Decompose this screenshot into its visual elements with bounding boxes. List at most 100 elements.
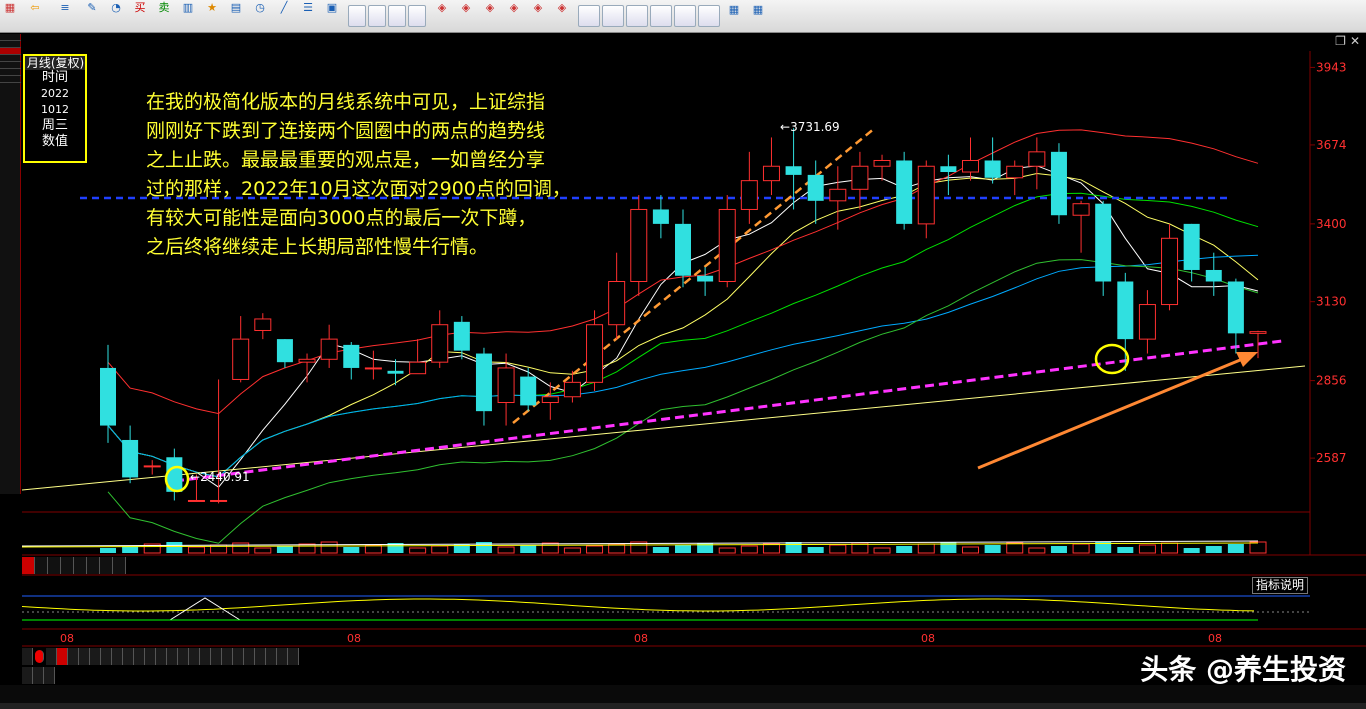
volume-tab-6[interactable] [100,557,113,574]
indicator-help-button[interactable]: 指标说明 [1252,577,1309,594]
volume-tab-0[interactable] [22,557,35,574]
right-tab-3[interactable] [650,5,672,27]
toolbar-item-mid-3[interactable]: ◈ [502,0,526,33]
chart-tool-1[interactable] [1264,34,1272,51]
tab-1[interactable] [368,5,386,27]
toolbar-item-speed[interactable]: ◔ [104,0,128,33]
indicator-tab-9[interactable] [123,648,134,665]
chart-tool-6[interactable] [1304,34,1312,51]
toolbar-item-mid-0[interactable]: ◈ [430,0,454,33]
toolbar-item-mid-1[interactable]: ◈ [454,0,478,33]
indicator-tab-24[interactable] [288,648,299,665]
watermark: 头条 @养生投资 [1140,653,1346,686]
tab-0[interactable] [348,5,366,27]
right-tab-4[interactable] [674,5,696,27]
service-tab-1[interactable] [33,667,44,684]
indicator-tab-17[interactable] [211,648,222,665]
chart-tool-4[interactable] [1288,34,1296,51]
toolbar-item-home[interactable]: ▦ [0,0,20,33]
indicator-tab-18[interactable] [222,648,233,665]
indicator-tab-2[interactable] [46,648,57,665]
left-nav-strip [0,34,21,494]
right-tab-2[interactable] [626,5,648,27]
service-tab-2[interactable] [44,667,55,684]
indicator-tab-1[interactable] [35,650,44,663]
service-tab-0[interactable] [22,667,33,684]
toolbar-item-mid-5[interactable]: ◈ [550,0,574,33]
toolbar-item-list[interactable]: ≡ [50,0,80,33]
toolbar-right-7[interactable]: ▦ [746,2,770,35]
volume-tab-4[interactable] [74,557,87,574]
candle-body [1138,304,1156,340]
left-nav-2[interactable] [0,48,21,55]
indicator-tab-12[interactable] [156,648,167,665]
indicator-tab-5[interactable] [79,648,90,665]
toolbar-item-mid-4[interactable]: ◈ [526,0,550,33]
volume-tab-1[interactable] [35,557,48,574]
price-tick-label: 3130 [1316,295,1347,309]
volume-bar [718,547,736,554]
chart-tool-2[interactable] [1272,34,1280,51]
indicator-tab-15[interactable] [189,648,200,665]
chart-tool-5[interactable] [1296,34,1304,51]
indicator-tab-21[interactable] [255,648,266,665]
toolbar-item-back[interactable]: ⇦ [20,0,50,33]
close-icon[interactable]: ✕ [1350,34,1360,48]
toolbar-item-forum[interactable]: ☰ [296,0,320,33]
left-nav-1[interactable] [0,41,21,48]
volume-tabs [22,557,126,574]
toolbar-right-6[interactable]: ▦ [722,2,746,35]
indicator-tab-19[interactable] [233,648,244,665]
candle-body [1117,281,1134,340]
tab-2[interactable] [388,5,406,27]
toolbar-item-draw[interactable]: ╱ [272,0,296,33]
left-nav-6[interactable] [0,76,21,83]
chart-tool-3[interactable] [1280,34,1288,51]
toolbar-item-simulate[interactable]: ▥ [176,0,200,33]
indicator-tab-8[interactable] [112,648,123,665]
indicator-tab-22[interactable] [266,648,277,665]
right-tab-0[interactable] [578,5,600,27]
indicator-tab-6[interactable] [90,648,101,665]
restore-icon[interactable]: ❐ [1335,34,1346,48]
indicator-tab-10[interactable] [134,648,145,665]
indicator-tab-7[interactable] [101,648,112,665]
chart-tools [1256,34,1312,51]
chart-tool-0[interactable] [1256,34,1264,51]
left-nav-5[interactable] [0,69,21,76]
toolbar-item-buy[interactable]: 买 [128,0,152,33]
volume-tab-5[interactable] [87,557,100,574]
toolbar-item-f10[interactable]: ▤ [224,0,248,33]
indicator-tab-0[interactable] [22,648,33,665]
volume-tab-7[interactable] [113,557,126,574]
indicator-tab-20[interactable] [244,648,255,665]
toolbar-item-edit[interactable]: ✎ [80,0,104,33]
candle-body [1072,203,1090,216]
toolbar-item-star[interactable]: ★ [200,0,224,33]
index-ticker [0,685,1366,703]
indicator-tab-4[interactable] [68,648,79,665]
indicator-tab-11[interactable] [145,648,156,665]
left-nav-3[interactable] [0,55,21,62]
time-tick-label: 08 [634,632,648,645]
toolbar-item-filter[interactable]: ▣ [320,0,344,33]
candle-body [364,367,382,370]
right-tab-5[interactable] [698,5,720,27]
volume-tab-2[interactable] [48,557,61,574]
annotation-line-0: 在我的极简化版本的月线系统中可见，上证综指 [146,91,546,113]
candle-body [807,174,824,201]
indicator-tab-3[interactable] [57,648,68,665]
indicator-tab-16[interactable] [200,648,211,665]
toolbar-item-mid-2[interactable]: ◈ [478,0,502,33]
indicator-tab-13[interactable] [167,648,178,665]
indicator-tab-23[interactable] [277,648,288,665]
indicator-tab-14[interactable] [178,648,189,665]
toolbar-item-sell[interactable]: 卖 [152,0,176,33]
volume-tab-3[interactable] [61,557,74,574]
left-nav-4[interactable] [0,62,21,69]
right-tab-1[interactable] [602,5,624,27]
volume-bar [254,547,272,554]
tab-3[interactable] [408,5,426,27]
toolbar-item-clock[interactable]: ◷ [248,0,272,33]
left-nav-0[interactable] [0,34,21,41]
